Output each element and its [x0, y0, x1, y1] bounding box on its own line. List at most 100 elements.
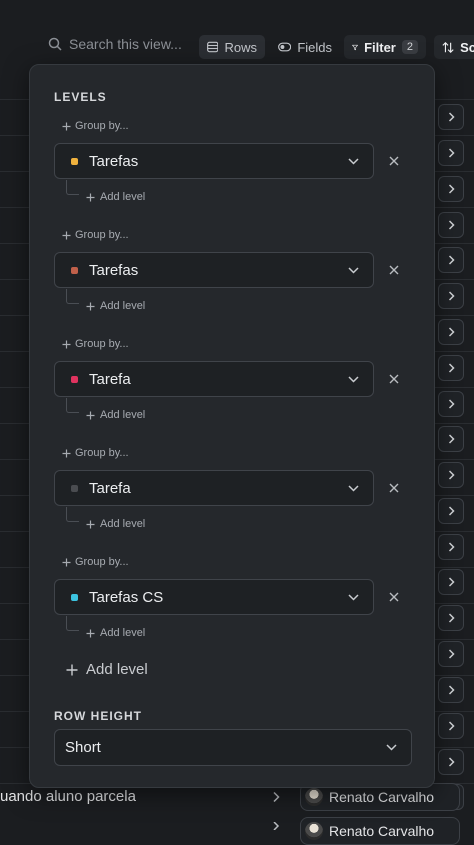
add-sublevel-label: Add level: [100, 518, 146, 530]
row-height-title: ROW HEIGHT: [54, 709, 142, 723]
row-expand-button[interactable]: [438, 641, 464, 667]
add-level-button[interactable]: Add level: [66, 661, 148, 678]
row-expand-button[interactable]: [438, 677, 464, 703]
chevron-right-icon: [448, 291, 455, 301]
search-field[interactable]: Search this view...: [48, 36, 182, 52]
row-expand-button[interactable]: [438, 605, 464, 631]
row-title: uando aluno parcela: [0, 788, 136, 805]
add-sublevel-label: Add level: [100, 409, 146, 421]
level-select[interactable]: Tarefa: [54, 361, 374, 397]
row-expand-button[interactable]: [438, 212, 464, 238]
level-select-value: Tarefas: [89, 261, 139, 279]
levels-title: LEVELS: [54, 90, 107, 104]
chevron-down-icon: [348, 266, 359, 274]
row-expand-button[interactable]: [438, 140, 464, 166]
group-by-button[interactable]: Group by...: [62, 447, 129, 459]
add-sublevel-button[interactable]: Add level: [86, 191, 145, 203]
assignee-name: Renato Carvalho: [329, 789, 435, 805]
row-expand-button[interactable]: [438, 283, 464, 309]
remove-level-button[interactable]: [387, 154, 401, 168]
close-icon: [389, 265, 399, 275]
remove-level-button[interactable]: [387, 372, 401, 386]
row-height-select[interactable]: Short: [54, 729, 412, 766]
search-icon: [48, 37, 62, 51]
avatar: [305, 822, 323, 840]
level-select[interactable]: Tarefas CS: [54, 579, 374, 615]
tree-connector: [66, 616, 79, 631]
chevron-right-icon: [448, 542, 455, 552]
plus-icon: [86, 302, 95, 310]
plus-icon: [86, 411, 95, 419]
remove-level-button[interactable]: [387, 481, 401, 495]
row-expand-button[interactable]: [438, 534, 464, 560]
plus-icon: [86, 520, 95, 528]
level-color-swatch: [71, 375, 78, 383]
level-color-swatch: [71, 593, 78, 601]
plus-icon: [86, 629, 95, 637]
add-sublevel-button[interactable]: Add level: [86, 300, 145, 312]
chevron-right-icon: [448, 399, 455, 409]
plus-icon: [62, 340, 71, 348]
assignee-chip[interactable]: Renato Carvalho: [300, 817, 460, 845]
chevron-right-icon: [448, 757, 455, 767]
tree-connector: [66, 507, 79, 522]
chevron-right-icon[interactable]: [272, 791, 280, 803]
remove-level-button[interactable]: [387, 590, 401, 604]
sort-label: Sc: [460, 39, 474, 55]
chevron-right-icon: [448, 363, 455, 373]
row-expand-button[interactable]: [438, 498, 464, 524]
row-expand-button[interactable]: [438, 426, 464, 452]
level-select[interactable]: Tarefas: [54, 252, 374, 288]
sort-button[interactable]: Sc: [434, 35, 474, 59]
rows-label: Rows: [224, 39, 257, 55]
add-sublevel-button[interactable]: Add level: [86, 409, 145, 421]
add-sublevel-label: Add level: [100, 191, 146, 203]
toggle-icon: [278, 42, 292, 52]
level-select-value: Tarefa: [89, 370, 131, 388]
level-color-swatch: [71, 484, 78, 492]
filter-count-badge: 2: [401, 40, 418, 54]
group-by-button[interactable]: Group by...: [62, 556, 129, 568]
group-by-button[interactable]: Group by...: [62, 120, 129, 132]
row-expand-button[interactable]: [438, 104, 464, 130]
group-by-label: Group by...: [75, 120, 129, 132]
group-by-button[interactable]: Group by...: [62, 338, 129, 350]
row-expand-button[interactable]: [438, 749, 464, 775]
row-expand-button[interactable]: [438, 247, 464, 273]
chevron-right-icon[interactable]: [272, 822, 280, 830]
row-expand-button[interactable]: [438, 462, 464, 488]
level-select[interactable]: Tarefa: [54, 470, 374, 506]
remove-level-button[interactable]: [387, 263, 401, 277]
chevron-right-icon: [448, 721, 455, 731]
chevron-right-icon: [448, 434, 455, 444]
group-by-button[interactable]: Group by...: [62, 229, 129, 241]
add-sublevel-button[interactable]: Add level: [86, 518, 145, 530]
close-icon: [389, 374, 399, 384]
filter-label: Filter: [364, 39, 396, 55]
row-expand-button[interactable]: [438, 176, 464, 202]
level-select-value: Tarefas CS: [89, 588, 164, 606]
filter-icon: [352, 44, 358, 50]
filter-button[interactable]: Filter 2: [344, 35, 426, 59]
level-select[interactable]: Tarefas: [54, 143, 374, 179]
close-icon: [389, 156, 399, 166]
row-expand-button[interactable]: [438, 569, 464, 595]
row-expand-button[interactable]: [438, 391, 464, 417]
group-levels-panel: LEVELS Group by... Tarefas Add level Gro…: [29, 64, 435, 788]
tree-connector: [66, 289, 79, 304]
row-expand-button[interactable]: [438, 355, 464, 381]
rows-button[interactable]: Rows: [199, 35, 265, 59]
chevron-right-icon: [448, 255, 455, 265]
assignee-name: Renato Carvalho: [329, 823, 435, 839]
add-sublevel-button[interactable]: Add level: [86, 627, 145, 639]
group-by-label: Group by...: [75, 338, 129, 350]
tree-connector: [66, 180, 79, 195]
row-expand-button[interactable]: [438, 713, 464, 739]
chevron-down-icon: [348, 157, 359, 165]
chevron-down-icon: [386, 744, 397, 751]
level-color-swatch: [71, 157, 78, 165]
chevron-right-icon: [448, 649, 455, 659]
chevron-right-icon: [448, 470, 455, 480]
row-expand-button[interactable]: [438, 319, 464, 345]
fields-button[interactable]: Fields: [270, 35, 340, 59]
